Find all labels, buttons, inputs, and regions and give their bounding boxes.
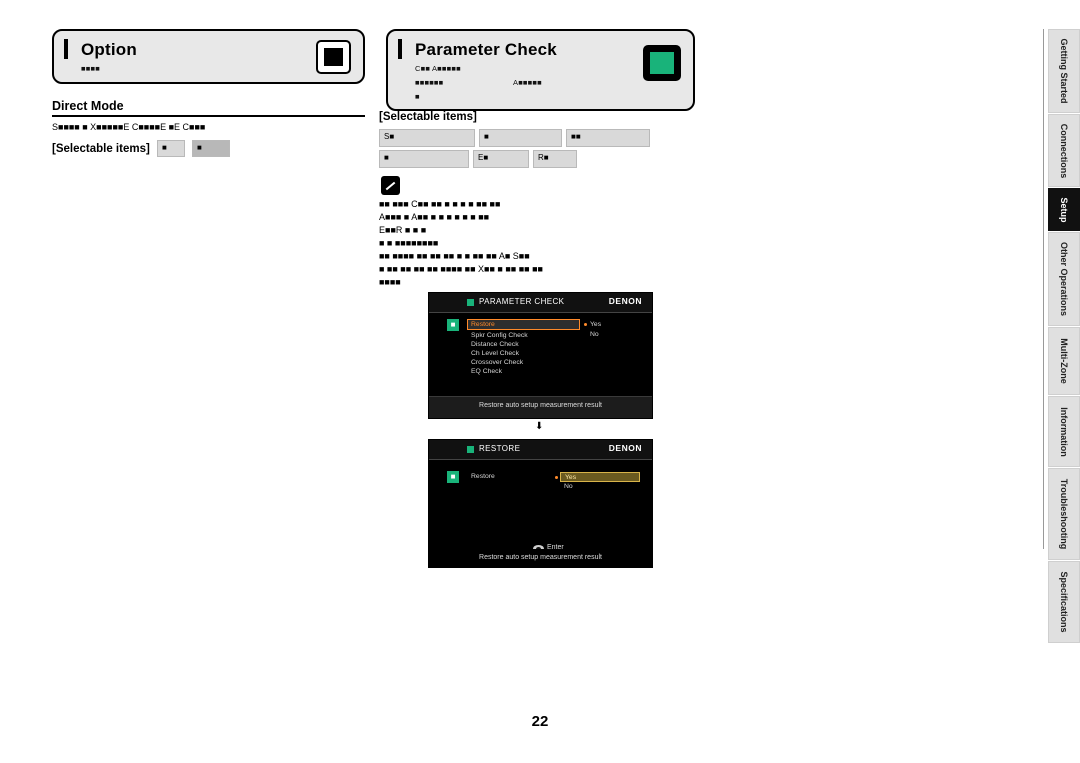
left-chip-2[interactable]: ■ xyxy=(192,140,230,157)
sidebar-item-other-operations[interactable]: Other Operations xyxy=(1048,232,1080,326)
screen1-value-yes[interactable]: Yes xyxy=(590,321,601,328)
sidebar-label-specifications: Specifications xyxy=(1059,571,1069,633)
screen2-brand-logo: DENON xyxy=(608,443,642,453)
right-chip-1[interactable]: ■ xyxy=(479,129,562,147)
sidebar-item-troubleshooting[interactable]: Troubleshooting xyxy=(1048,468,1080,560)
parameter-check-line1: C■■ A■■■■■ xyxy=(415,64,461,73)
sidebar-item-specifications[interactable]: Specifications xyxy=(1048,561,1080,643)
screen2-footer-bar: Restore auto setup measurement result xyxy=(429,549,652,567)
screen1-brand-logo: DENON xyxy=(608,296,642,306)
option-title: Option xyxy=(81,40,137,59)
screen1-title: PARAMETER CHECK xyxy=(479,297,565,306)
screen2-title: RESTORE xyxy=(479,444,521,453)
screen2-step-badge: ■ xyxy=(447,471,459,483)
screen1-titlebar: PARAMETER CHECK DENON xyxy=(429,293,652,313)
right-chip-4[interactable]: E■ xyxy=(473,150,529,168)
parameter-check-header-panel: Parameter Check C■■ A■■■■■ ■■■■■■ A■■■■■… xyxy=(386,29,695,111)
screen2-value-yes-label: Yes xyxy=(565,474,577,481)
screen1-step-badge: ■ xyxy=(447,319,459,331)
screen2-titlebar: RESTORE DENON xyxy=(429,440,652,460)
sidebar-label-other-operations: Other Operations xyxy=(1059,241,1069,317)
screen1-selection-dot-icon xyxy=(584,323,587,326)
screen1-footer-bar: Restore auto setup measurement result xyxy=(429,396,652,418)
screen1-menu-item-2[interactable]: Ch Level Check xyxy=(471,350,519,357)
direct-mode-body: S■■■■ ■ X■■■■■E C■■■■E ■E C■■■ xyxy=(52,122,206,132)
sidebar-label-getting-started: Getting Started xyxy=(1059,38,1069,104)
note-line-6: ■ ■■ ■■ ■■ ■■ ■■■■ ■■ X■■ ■ ■■ ■■ ■■ xyxy=(379,264,543,274)
parameter-check-title: Parameter Check xyxy=(415,40,557,59)
note-line-3: E■■R ■ ■ ■ xyxy=(379,225,427,235)
note-line-7: ■■■■ xyxy=(379,277,401,287)
parameter-check-accent-bar xyxy=(398,39,402,59)
screen1-menu-item-4[interactable]: EQ Check xyxy=(471,368,502,375)
note-line-1: ■■ ■■■ C■■ ■■ ■ ■ ■ ■ ■■ ■■ xyxy=(379,199,501,209)
option-subtitle: ■■■■ xyxy=(81,64,100,73)
option-icon xyxy=(316,40,351,74)
screen1-highlighted-restore-row[interactable]: Restore xyxy=(467,319,580,330)
side-tabs-divider xyxy=(1043,29,1044,549)
screen1-menu-item-0[interactable]: Spkr Config Check xyxy=(471,332,528,339)
note-line-2: A■■■ ■ A■■ ■ ■ ■ ■ ■ ■ ■■ xyxy=(379,212,490,222)
screen2-value-no[interactable]: No xyxy=(564,483,573,490)
screenshot-restore: RESTORE DENON ■ Restore Yes No Enter Res… xyxy=(428,439,653,568)
sidebar-label-connections: Connections xyxy=(1059,123,1069,178)
screen2-selection-dot-icon xyxy=(555,476,558,479)
left-chip-1[interactable]: ■ xyxy=(157,140,185,157)
sidebar-label-information: Information xyxy=(1059,406,1069,457)
sidebar-label-multi-zone: Multi-Zone xyxy=(1059,338,1069,384)
option-accent-bar xyxy=(64,39,68,59)
screen2-title-square-icon xyxy=(467,446,474,453)
right-chip-5[interactable]: R■ xyxy=(533,150,577,168)
screen2-footer-text: Restore auto setup measurement result xyxy=(479,554,602,561)
note-line-5: ■■ ■■■■ ■■ ■■ ■■ ■ ■ ■■ ■■ A■ S■■ xyxy=(379,251,530,261)
screen1-title-square-icon xyxy=(467,299,474,306)
screen1-value-no[interactable]: No xyxy=(590,331,599,338)
right-chip-0[interactable]: S■ xyxy=(379,129,475,147)
sidebar-item-setup[interactable]: Setup xyxy=(1048,188,1080,231)
right-chip-2[interactable]: ■■ xyxy=(566,129,650,147)
note-line-4: ■ ■ ■■■■■■■■ xyxy=(379,238,439,248)
sidebar-item-multi-zone[interactable]: Multi-Zone xyxy=(1048,327,1080,395)
right-selectable-items-label: [Selectable items] xyxy=(379,111,477,123)
right-chip-3[interactable]: ■ xyxy=(379,150,469,168)
option-header-panel: Option ■■■■ xyxy=(52,29,365,84)
screen2-restore-label: Restore xyxy=(471,473,495,480)
sidebar-label-troubleshooting: Troubleshooting xyxy=(1059,478,1069,550)
flow-arrow-down-icon: ⬇ xyxy=(535,421,544,432)
parameter-check-icon xyxy=(643,45,681,81)
screen1-restore-label: Restore xyxy=(471,321,495,328)
parameter-check-line3: ■ xyxy=(415,92,420,101)
parameter-check-line2: ■■■■■■ xyxy=(415,78,444,87)
left-selectable-items-label: [Selectable items] xyxy=(52,143,150,155)
direct-mode-heading: Direct Mode xyxy=(52,99,124,113)
sidebar-item-information[interactable]: Information xyxy=(1048,396,1080,467)
note-pencil-icon xyxy=(381,176,400,195)
direct-mode-rule xyxy=(52,115,365,117)
screen1-menu-item-1[interactable]: Distance Check xyxy=(471,341,519,348)
screen2-value-yes[interactable]: Yes xyxy=(560,472,640,482)
parameter-check-line2b: A■■■■■ xyxy=(513,78,542,87)
sidebar-item-getting-started[interactable]: Getting Started xyxy=(1048,29,1080,113)
screen1-footer-text: Restore auto setup measurement result xyxy=(479,402,602,409)
screen1-menu-item-3[interactable]: Crossover Check xyxy=(471,359,523,366)
page-number: 22 xyxy=(531,713,549,730)
screenshot-parameter-check: PARAMETER CHECK DENON ■ Restore Yes No S… xyxy=(428,292,653,419)
sidebar-item-connections[interactable]: Connections xyxy=(1048,114,1080,187)
sidebar-label-setup: Setup xyxy=(1059,196,1069,223)
